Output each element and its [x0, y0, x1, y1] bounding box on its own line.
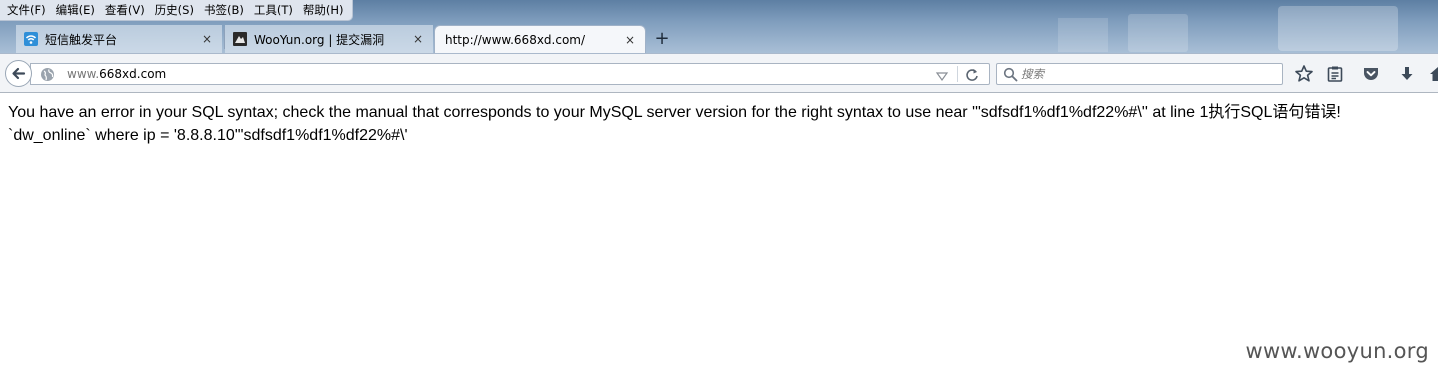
menu-history[interactable]: 历史(S) [150, 0, 199, 20]
pocket-icon[interactable] [1361, 64, 1381, 84]
search-bar[interactable] [996, 63, 1283, 85]
url-prefix: www. [67, 67, 100, 81]
address-divider [957, 66, 958, 82]
globe-icon [40, 67, 55, 82]
menu-edit[interactable]: 编辑(E) [51, 0, 100, 20]
chevron-down-icon[interactable] [935, 68, 949, 82]
url-domain: 668xd.com [99, 67, 167, 81]
page-content: You have an error in your SQL syntax; ch… [0, 94, 1438, 377]
desktop-background [1058, 18, 1108, 52]
menu-bar: 文件(F) 编辑(E) 查看(V) 历史(S) 书签(B) 工具(T) 帮助(H… [0, 0, 354, 21]
menu-view[interactable]: 查看(V) [100, 0, 150, 20]
tab-label: http://www.668xd.com/ [445, 32, 586, 47]
reading-list-icon[interactable] [1325, 64, 1345, 84]
tab-sms-platform[interactable]: 短信触发平台 × [16, 25, 222, 53]
new-tab-button[interactable]: + [652, 29, 672, 49]
back-arrow-icon [12, 67, 26, 80]
url-text[interactable]: www.668xd.com [67, 66, 166, 82]
home-icon[interactable] [1428, 64, 1438, 84]
navigation-toolbar: www.668xd.com [0, 53, 1438, 93]
tab-668xd[interactable]: http://www.668xd.com/ × [434, 25, 646, 53]
close-tab-icon[interactable]: × [409, 32, 427, 46]
watermark: www.wooyun.org [1245, 339, 1429, 363]
reload-icon[interactable] [963, 66, 981, 84]
sql-error-query: `dw_online` where ip = '8.8.8.10'"sdfsdf… [8, 127, 408, 144]
wifi-signal-icon [24, 32, 38, 46]
download-icon[interactable] [1397, 64, 1417, 84]
close-tab-icon[interactable]: × [621, 33, 639, 47]
address-bar[interactable]: www.668xd.com [30, 63, 990, 85]
desktop-background [1278, 6, 1398, 51]
wooyun-logo-icon [233, 32, 247, 46]
tab-label: 短信触发平台 [45, 32, 118, 47]
back-button[interactable] [5, 60, 32, 87]
bookmark-star-icon[interactable] [1294, 64, 1314, 84]
menu-bookmarks[interactable]: 书签(B) [199, 0, 249, 20]
tab-wooyun-submit[interactable]: WooYun.org | 提交漏洞 × [225, 25, 433, 53]
search-input[interactable] [1021, 65, 1271, 83]
menu-tools[interactable]: 工具(T) [249, 0, 298, 20]
close-tab-icon[interactable]: × [198, 32, 216, 46]
search-icon [1003, 67, 1018, 82]
sql-error-message: You have an error in your SQL syntax; ch… [8, 104, 1341, 121]
tab-label: WooYun.org | 提交漏洞 [254, 32, 385, 47]
menu-help[interactable]: 帮助(H) [298, 0, 349, 20]
window-titlebar: 文件(F) 编辑(E) 查看(V) 历史(S) 书签(B) 工具(T) 帮助(H… [0, 0, 1438, 53]
menu-file[interactable]: 文件(F) [2, 0, 51, 20]
desktop-background [1128, 14, 1188, 52]
